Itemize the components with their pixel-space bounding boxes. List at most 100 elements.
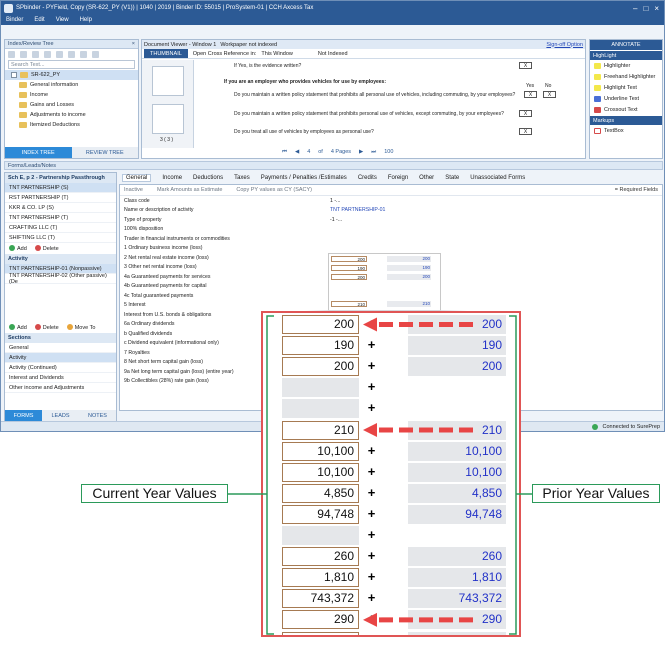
tree-item-itemized[interactable]: Itemized Deductions [5, 120, 138, 130]
current-year-input[interactable]: 190 [282, 336, 359, 356]
annotate-highlighter[interactable]: Highlighter [590, 60, 662, 71]
plus-icon[interactable]: + [365, 591, 378, 605]
highlight-section[interactable]: HighLight [590, 51, 662, 60]
plus-icon[interactable]: + [365, 633, 378, 635]
add-activity-button[interactable]: Add [9, 324, 27, 331]
copy-py-checkbox[interactable]: Copy PY values as CY (SACY) [236, 187, 312, 193]
plus-icon[interactable]: + [365, 485, 378, 500]
current-year-input[interactable]: 94,748 [282, 504, 359, 524]
plus-icon[interactable]: + [365, 549, 378, 563]
mark-estimate-checkbox[interactable]: Mark Amounts as Estimate [157, 187, 222, 193]
move-icon[interactable] [56, 50, 63, 58]
refresh-icon[interactable] [80, 50, 87, 58]
menu-binder[interactable]: Binder [6, 17, 23, 23]
current-year-input[interactable] [282, 526, 359, 545]
tree-item-root[interactable]: SR-622_PY [5, 70, 138, 80]
section-row[interactable]: Activity [5, 353, 116, 363]
plus-icon[interactable]: + [365, 528, 378, 542]
tab-general[interactable]: General [122, 173, 152, 182]
thumbnail-tab[interactable]: THUMBNAIL [144, 49, 188, 58]
class-code-select[interactable]: 1 -... [330, 198, 340, 204]
close-icon[interactable]: × [654, 4, 659, 13]
mini-current-input[interactable]: 210 [331, 301, 367, 307]
tree-item-income[interactable]: Income [5, 90, 138, 100]
first-page-icon[interactable]: ⏮ [282, 149, 287, 156]
tree-search-input[interactable]: Search Text... [8, 60, 135, 69]
tab-credits[interactable]: Credits [358, 175, 377, 181]
pane-close-icon[interactable]: × [132, 41, 135, 47]
delete-activity-button[interactable]: Delete [34, 324, 59, 331]
tree-item-gains[interactable]: Gains and Losses [5, 100, 138, 110]
next-page-icon[interactable]: ▶ [359, 149, 363, 155]
tab-deductions[interactable]: Deductions [193, 175, 223, 181]
delete-icon[interactable] [68, 50, 75, 58]
minimize-icon[interactable]: – [633, 4, 637, 13]
tab-foreign[interactable]: Foreign [388, 175, 408, 181]
entity-row[interactable]: RST PARTNERSHIP (T) [5, 193, 116, 203]
section-row[interactable]: General [5, 343, 116, 353]
settings-icon[interactable] [92, 50, 99, 58]
property-type-select[interactable]: -1 -... [330, 217, 342, 223]
prev-page-icon[interactable]: ◀ [295, 149, 299, 155]
plus-icon[interactable]: + [365, 464, 378, 479]
tab-payments[interactable]: Payments / Penalties /Estimates [261, 175, 347, 181]
plus-icon[interactable]: + [365, 443, 378, 458]
current-year-input[interactable]: 210 [282, 420, 359, 440]
tab-taxes[interactable]: Taxes [234, 175, 250, 181]
annotate-underline[interactable]: Underline Text [590, 93, 662, 104]
current-year-input[interactable]: 260 [282, 547, 359, 567]
current-year-input[interactable]: 300 [282, 631, 359, 635]
tree-item-adjustments[interactable]: Adjustments to income [5, 110, 138, 120]
current-year-input[interactable]: 10,100 [282, 441, 359, 461]
current-year-input[interactable]: 200 [282, 315, 359, 334]
annotate-freehand[interactable]: Freehand Highlighter [590, 71, 662, 82]
current-year-input[interactable] [282, 399, 359, 419]
plus-icon[interactable]: + [365, 401, 378, 415]
section-row[interactable]: Interest and Dividends [5, 373, 116, 383]
tab-forms[interactable]: FORMS [5, 410, 42, 421]
entity-row[interactable]: TNT PARTNERSHIP (T) [5, 213, 116, 223]
entity-row[interactable]: CRAFTING LLC (T) [5, 223, 116, 233]
annotate-textbox[interactable]: TextBox [590, 125, 662, 136]
collapse-icon[interactable] [20, 50, 27, 58]
plus-icon[interactable]: + [365, 359, 378, 373]
activity-row[interactable]: TNT PARTNERSHIP-02 (Other passive) (De [5, 273, 116, 285]
delete-entity-button[interactable]: Delete [34, 245, 59, 252]
last-page-icon[interactable]: ⏭ [371, 149, 376, 156]
current-year-input[interactable]: 1,810 [282, 568, 359, 588]
zoom-level[interactable]: 100 [384, 149, 393, 155]
mini-current-input[interactable]: 190 [331, 265, 367, 271]
signoff-link[interactable]: Sign-off Option [546, 42, 583, 48]
activity-name-field[interactable]: TNT PARTNERSHIP-01 [330, 207, 385, 213]
current-year-input[interactable] [282, 378, 359, 398]
tab-state[interactable]: State [445, 175, 459, 181]
add-entity-button[interactable]: Add [9, 245, 27, 252]
entity-row[interactable]: KKR & CO. LP (S) [5, 203, 116, 213]
tab-notes[interactable]: NOTES [79, 410, 116, 421]
plus-icon[interactable]: + [365, 380, 378, 394]
tab-income[interactable]: Income [162, 175, 182, 181]
not-indexed-select[interactable]: Not Indexed [318, 51, 348, 57]
mini-current-input[interactable]: 200 [331, 256, 367, 262]
entity-row[interactable]: TNT PARTNERSHIP (S) [5, 183, 116, 193]
menu-edit[interactable]: Edit [34, 17, 44, 23]
annotate-highlight-text[interactable]: Highlight Text [590, 82, 662, 93]
cross-ref-select[interactable]: This Window [261, 51, 292, 57]
section-row[interactable]: Other income and Adjustments [5, 383, 116, 393]
plus-icon[interactable]: + [365, 317, 378, 331]
tab-leads[interactable]: LEADS [42, 410, 79, 421]
tab-review-tree[interactable]: REVIEW TREE [71, 147, 138, 158]
add-folder-icon[interactable] [32, 50, 39, 58]
expand-icon[interactable] [8, 50, 15, 58]
current-year-input[interactable]: 200 [282, 357, 359, 377]
plus-icon[interactable]: + [365, 506, 378, 521]
menu-view[interactable]: View [56, 17, 69, 23]
inactive-checkbox[interactable]: Inactive [124, 187, 143, 193]
current-page[interactable]: 4 [307, 149, 310, 155]
annotate-crossout[interactable]: Crossout Text [590, 104, 662, 115]
section-row[interactable]: Activity (Continued) [5, 363, 116, 373]
plus-icon[interactable]: + [365, 612, 378, 626]
current-year-input[interactable]: 4,850 [282, 483, 359, 503]
tab-unassociated[interactable]: Unassociated Forms [470, 175, 525, 181]
tab-other[interactable]: Other [419, 175, 434, 181]
